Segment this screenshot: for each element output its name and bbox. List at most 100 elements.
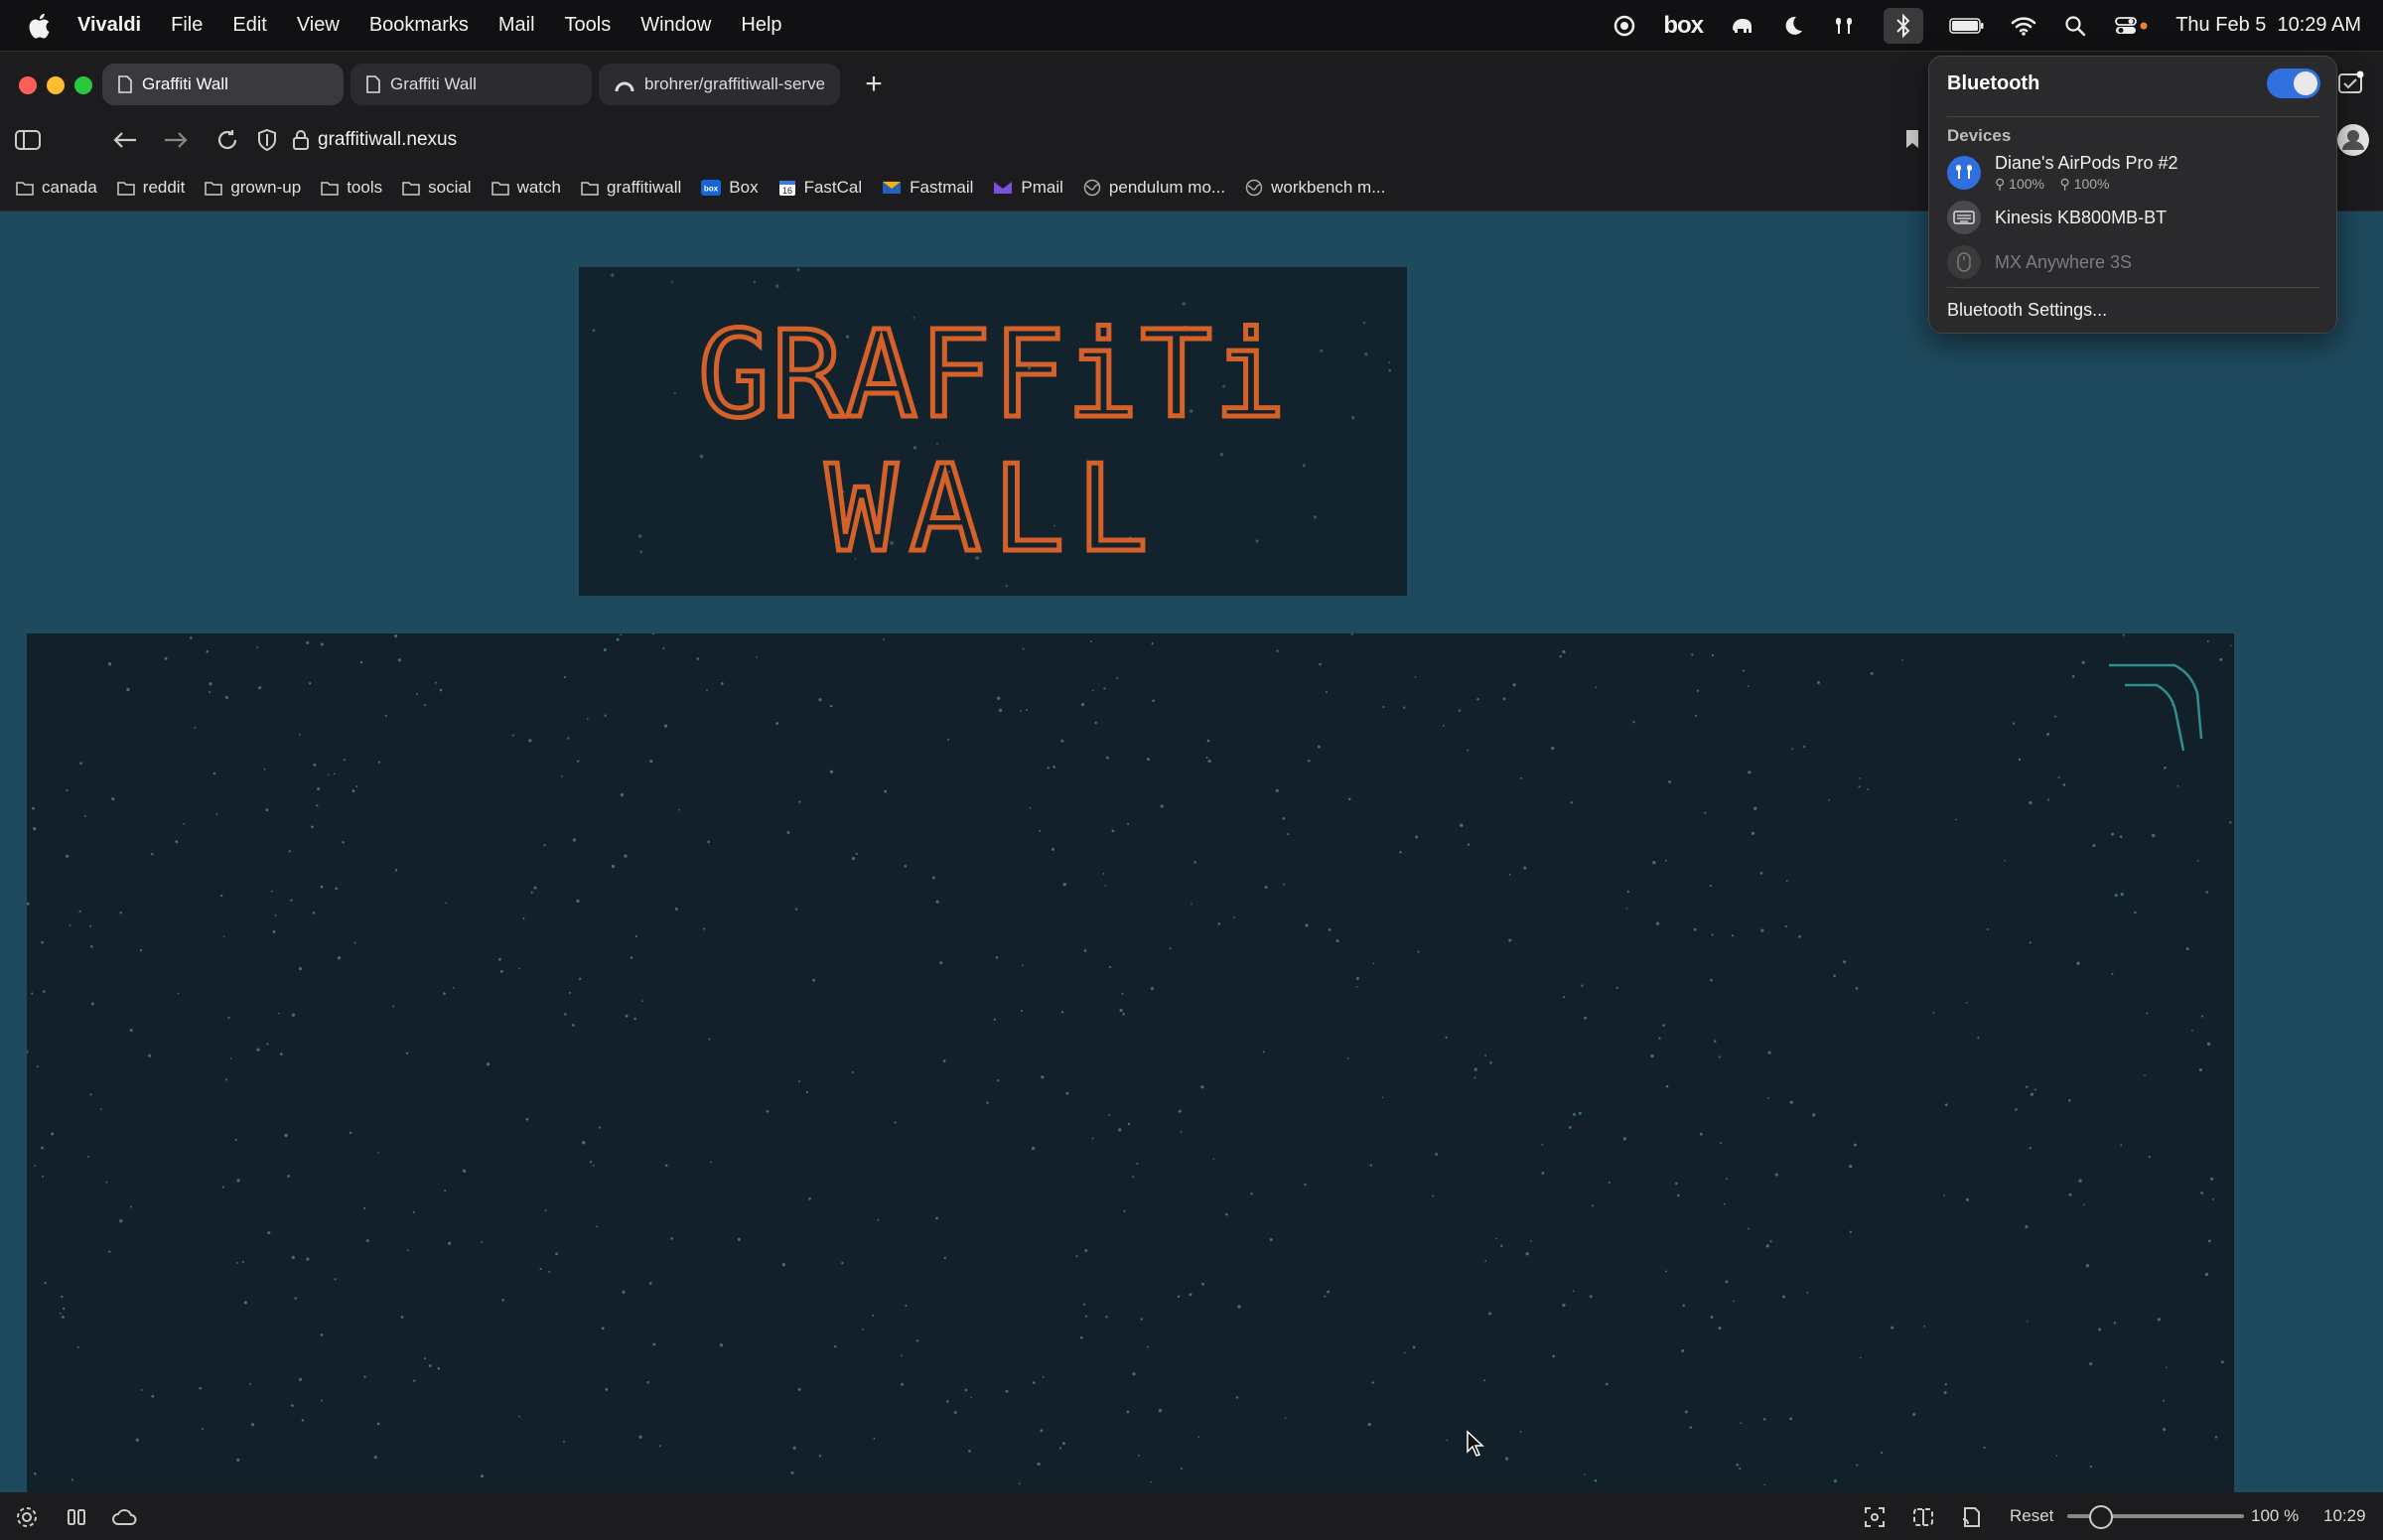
bookmark-reddit[interactable]: reddit <box>117 178 185 198</box>
canvas-speckle <box>1207 759 1211 764</box>
device-kinesis[interactable]: Kinesis KB800MB-BT <box>1947 201 2167 234</box>
bookmark-pendulum-mo[interactable]: pendulum mo... <box>1083 178 1225 198</box>
reload-button[interactable] <box>213 126 241 154</box>
canvas-speckle <box>201 1428 205 1431</box>
mail-icon[interactable] <box>2335 69 2365 98</box>
menu-tools[interactable]: Tools <box>565 14 612 37</box>
wifi-icon[interactable] <box>2011 13 2036 39</box>
canvas-speckle <box>1718 1327 1722 1330</box>
canvas-speckle <box>1965 1002 1968 1004</box>
canvas-speckle <box>1084 1248 1088 1253</box>
canvas-speckle <box>1127 1122 1131 1126</box>
menu-window[interactable]: Window <box>640 14 711 37</box>
bookmark-label: watch <box>516 178 561 197</box>
canvas-speckle <box>59 1312 62 1315</box>
page-tiling-icon[interactable] <box>1910 1504 1936 1530</box>
tiling-icon[interactable] <box>64 1504 89 1530</box>
bookmark-canada[interactable]: canada <box>16 178 97 198</box>
sync-cloud-icon[interactable] <box>111 1504 137 1530</box>
bookmark-label: tools <box>347 178 383 197</box>
moon-icon[interactable] <box>1780 13 1806 39</box>
tab-graffiti-wall-2[interactable]: Graffiti Wall <box>350 64 592 105</box>
canvas-speckle <box>1986 927 1989 931</box>
bookmark-graffitiwall[interactable]: graffitiwall <box>581 178 681 198</box>
bluetooth-settings-link[interactable]: Bluetooth Settings... <box>1947 300 2107 321</box>
profile-avatar-icon[interactable] <box>2335 122 2371 158</box>
menu-file[interactable]: File <box>171 14 203 37</box>
menu-help[interactable]: Help <box>741 14 781 37</box>
menu-mail[interactable]: Mail <box>498 14 535 37</box>
panel-toggle-button[interactable] <box>14 126 42 154</box>
bookmark-pmail[interactable]: Pmail <box>993 178 1063 198</box>
canvas-speckle <box>670 1237 673 1240</box>
box-icon[interactable]: box <box>1663 12 1704 39</box>
capture-icon[interactable] <box>1862 1504 1888 1530</box>
bookmark-fastmail[interactable]: Fastmail <box>882 178 973 198</box>
tab-graffiti-wall-1[interactable]: Graffiti Wall <box>102 64 344 105</box>
canvas-speckle <box>564 1013 567 1016</box>
canvas-speckle <box>76 1345 79 1349</box>
back-button[interactable] <box>111 126 139 154</box>
device-mx-anywhere[interactable]: MX Anywhere 3S <box>1947 245 2132 279</box>
canvas-speckle <box>1177 1295 1181 1299</box>
zoom-slider-thumb[interactable] <box>2089 1505 2113 1529</box>
canvas-speckle <box>1080 702 1085 707</box>
url-field[interactable]: graffitiwall.nexus <box>256 120 1924 160</box>
zoom-window-button[interactable] <box>74 76 92 94</box>
bookmark-watch[interactable]: watch <box>491 178 561 198</box>
search-icon[interactable] <box>2062 13 2088 39</box>
canvas-speckle <box>1541 1172 1545 1175</box>
canvas-speckle <box>215 813 218 816</box>
canvas-speckle <box>1615 986 1618 990</box>
arc-icon <box>615 81 634 92</box>
menubar-clock[interactable]: Thu Feb 5 10:29 AM <box>2175 14 2361 37</box>
battery-icon[interactable] <box>1949 13 1985 39</box>
control-center-icon[interactable] <box>2114 13 2150 39</box>
device-airpods[interactable]: Diane's AirPods Pro #2 ⚲ 100% ⚲ 100% <box>1947 153 2178 193</box>
forward-button[interactable] <box>162 126 190 154</box>
close-window-button[interactable] <box>19 76 37 94</box>
menu-edit[interactable]: Edit <box>232 14 266 37</box>
settings-gear-icon[interactable] <box>14 1504 40 1530</box>
tab-graffitiwall-server[interactable]: brohrer/graffitiwall-server <box>599 64 840 105</box>
canvas-speckle <box>1372 962 1375 965</box>
bookmark-icon[interactable] <box>1904 128 1920 150</box>
canvas-speckle <box>1328 928 1332 931</box>
canvas-speckle <box>939 961 943 965</box>
shield-icon[interactable] <box>256 128 278 152</box>
airpods-icon[interactable] <box>1832 13 1858 39</box>
page-actions-icon[interactable] <box>1959 1504 1985 1530</box>
bookmark-grown-up[interactable]: grown-up <box>205 178 301 198</box>
menu-view[interactable]: View <box>297 14 340 37</box>
apple-icon[interactable] <box>26 11 56 41</box>
minimize-window-button[interactable] <box>47 76 65 94</box>
canvas-speckle <box>284 1133 288 1138</box>
new-tab-button[interactable]: + <box>859 70 889 99</box>
keyboard-icon <box>1947 201 1981 234</box>
menu-app-name[interactable]: Vivaldi <box>77 14 141 37</box>
battery-levels: ⚲ 100% ⚲ 100% <box>1995 176 2178 193</box>
canvas-speckle <box>1324 1295 1327 1298</box>
elephant-icon[interactable] <box>1729 13 1754 39</box>
canvas-speckle <box>1414 676 1417 678</box>
canvas-speckle <box>2210 1177 2214 1181</box>
bookmark-workbench-m[interactable]: workbench m... <box>1245 178 1385 198</box>
bookmark-box[interactable]: box Box <box>701 178 759 198</box>
zoom-reset-button[interactable]: Reset <box>2010 1506 2053 1526</box>
record-icon[interactable] <box>1612 13 1637 39</box>
graffiti-canvas[interactable] <box>27 633 2234 1492</box>
canvas-speckle <box>235 1261 238 1264</box>
url-text[interactable]: graffitiwall.nexus <box>318 129 457 151</box>
canvas-speckle <box>794 908 798 910</box>
bookmark-fastcal[interactable]: 16 FastCal <box>778 178 862 198</box>
canvas-speckle <box>707 840 710 844</box>
menu-bookmarks[interactable]: Bookmarks <box>369 14 469 37</box>
bluetooth-toggle[interactable] <box>2267 69 2320 98</box>
canvas-speckle <box>833 1344 837 1348</box>
canvas-speckle <box>71 1478 74 1481</box>
bookmark-social[interactable]: social <box>402 178 472 198</box>
bookmark-tools[interactable]: tools <box>321 178 382 198</box>
canvas-speckle <box>175 840 179 844</box>
folder-icon <box>581 181 599 196</box>
bluetooth-icon[interactable] <box>1884 7 1924 44</box>
